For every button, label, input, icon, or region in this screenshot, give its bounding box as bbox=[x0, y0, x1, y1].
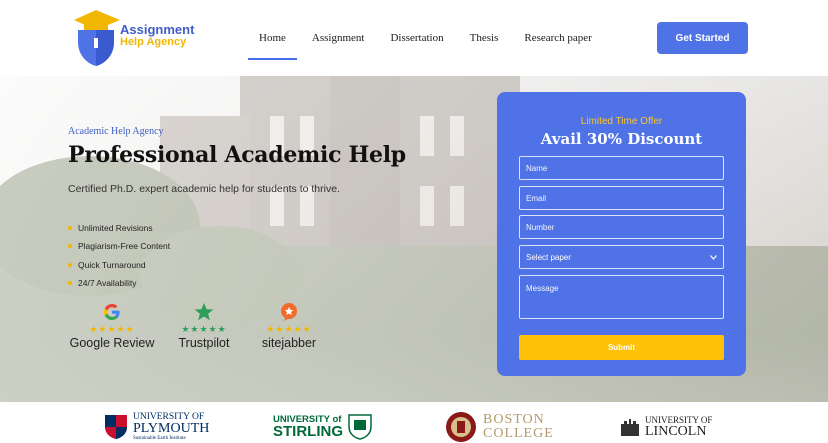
uni-line1: BOSTON bbox=[483, 412, 545, 427]
chevron-down-icon bbox=[710, 254, 717, 260]
brand-logo[interactable]: Assignment Help Agency bbox=[74, 8, 214, 68]
discount-form: Limited Time Offer Avail 30% Discount Se… bbox=[497, 92, 746, 376]
paper-select-value: Select paper bbox=[526, 252, 571, 262]
uni-line2: LINCOLN bbox=[645, 423, 707, 439]
nav-research-paper[interactable]: Research paper bbox=[511, 0, 605, 76]
uni-line2: COLLEGE bbox=[483, 426, 554, 441]
feature-item: Unlimited Revisions bbox=[68, 219, 170, 237]
review-trustpilot[interactable]: ★★★★★ Trustpilot bbox=[172, 302, 236, 350]
nav-home[interactable]: Home bbox=[246, 0, 299, 76]
rating-stars: ★★★★★ bbox=[266, 324, 312, 334]
bullet-dot-icon bbox=[68, 281, 72, 286]
brand-line2: Help Agency bbox=[120, 36, 187, 48]
number-field[interactable] bbox=[519, 215, 724, 239]
sitejabber-icon bbox=[256, 302, 322, 322]
message-field[interactable] bbox=[519, 275, 724, 319]
brand-line1: Assignment bbox=[120, 22, 195, 37]
plymouth-name: UNIVERSITY OF PLYMOUTH Sustainable Earth… bbox=[133, 412, 210, 442]
hero-description: Certified Ph.D. expert academic help for… bbox=[68, 183, 340, 195]
logo-lincoln: UNIVERSITY OF LINCOLN bbox=[619, 410, 712, 443]
name-field[interactable] bbox=[519, 156, 724, 180]
nav-thesis[interactable]: Thesis bbox=[457, 0, 512, 76]
nav-dissertation[interactable]: Dissertation bbox=[377, 0, 456, 76]
rating-stars: ★★★★★ bbox=[89, 324, 135, 334]
bullet-dot-icon bbox=[68, 262, 72, 267]
stirling-crest-icon bbox=[348, 414, 372, 440]
uni-line2: STIRLING bbox=[273, 423, 343, 441]
hero-title: Professional Academic Help bbox=[68, 142, 406, 168]
plymouth-crest-icon bbox=[105, 415, 127, 439]
trustpilot-star-icon bbox=[172, 302, 236, 322]
hero-kicker: Academic Help Agency bbox=[68, 126, 164, 137]
feature-item: Quick Turnaround bbox=[68, 256, 170, 274]
uni-line2: PLYMOUTH bbox=[133, 421, 210, 437]
email-field[interactable] bbox=[519, 186, 724, 210]
get-started-button[interactable]: Get Started bbox=[657, 22, 748, 54]
boston-college-seal-icon bbox=[446, 412, 476, 442]
limited-offer-label: Limited Time Offer bbox=[580, 116, 663, 127]
discount-title: Avail 30% Discount bbox=[540, 130, 703, 148]
logo-boston-college: BOSTON COLLEGE bbox=[445, 410, 554, 443]
feature-label: Quick Turnaround bbox=[78, 259, 146, 270]
feature-label: Unlimited Revisions bbox=[78, 223, 153, 233]
feature-list: Unlimited Revisions Plagiarism-Free Cont… bbox=[68, 219, 170, 292]
site-header: Assignment Help Agency Home Assignment D… bbox=[0, 0, 828, 76]
review-name: Google Review bbox=[69, 336, 155, 350]
rating-stars: ★★★★★ bbox=[181, 324, 227, 334]
submit-button[interactable]: Submit bbox=[519, 335, 724, 360]
hero-section: Academic Help Agency Professional Academ… bbox=[0, 76, 828, 402]
brand-name: Assignment Help Agency bbox=[120, 22, 195, 48]
lincoln-castle-icon bbox=[621, 419, 639, 436]
lincoln-name: UNIVERSITY OF LINCOLN bbox=[645, 415, 712, 439]
review-name: Trustpilot bbox=[178, 336, 230, 350]
nav-assignment[interactable]: Assignment bbox=[299, 0, 378, 76]
bullet-dot-icon bbox=[68, 244, 72, 249]
feature-label: 24/7 Availability bbox=[78, 277, 137, 288]
bullet-dot-icon bbox=[68, 226, 72, 231]
university-logos: UNIVERSITY OF PLYMOUTH Sustainable Earth… bbox=[0, 402, 828, 443]
review-name: sitejabber bbox=[261, 336, 317, 350]
review-google[interactable]: ★★★★★ Google Review bbox=[68, 302, 156, 350]
logo-plymouth: UNIVERSITY OF PLYMOUTH Sustainable Earth… bbox=[104, 410, 209, 443]
logo-stirling: UNIVERSITY of STIRLING bbox=[273, 410, 372, 443]
paper-select[interactable]: Select paper bbox=[519, 245, 724, 269]
main-nav: Home Assignment Dissertation Thesis Rese… bbox=[246, 0, 605, 76]
boston-name: BOSTON COLLEGE bbox=[483, 413, 554, 441]
feature-item: 24/7 Availability bbox=[68, 274, 170, 292]
uni-line3: Sustainable Earth Institute bbox=[133, 436, 186, 442]
google-icon bbox=[68, 302, 156, 322]
graduation-shield-icon bbox=[74, 10, 120, 66]
feature-label: Plagiarism-Free Content bbox=[78, 241, 171, 252]
stirling-name: UNIVERSITY of STIRLING bbox=[273, 415, 343, 440]
feature-item: Plagiarism-Free Content bbox=[68, 237, 170, 255]
review-sitejabber[interactable]: ★★★★★ sitejabber bbox=[256, 302, 322, 350]
